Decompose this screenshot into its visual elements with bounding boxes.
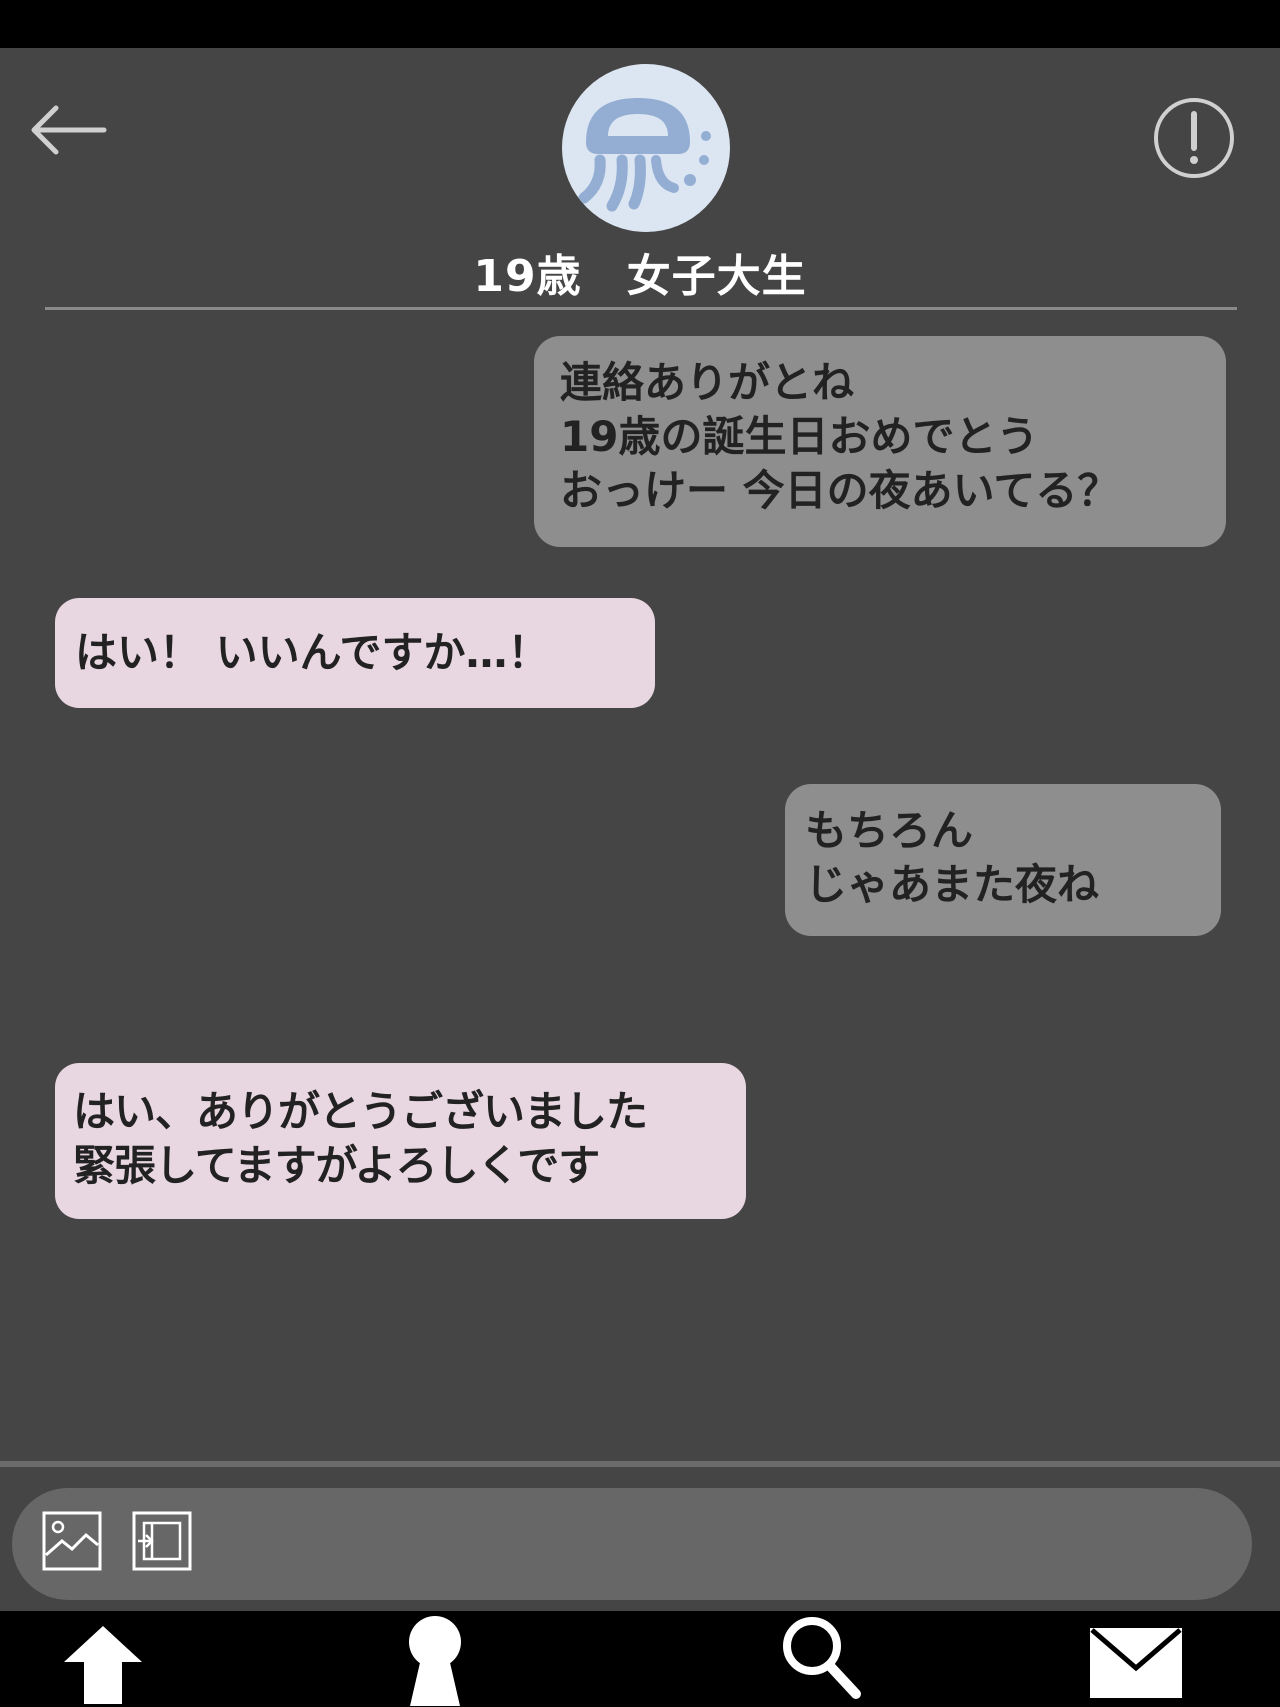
report-button[interactable] <box>1152 96 1236 180</box>
image-icon <box>42 1511 102 1571</box>
message-sent[interactable]: 連絡ありがとね 19歳の誕生日おめでとう おっけー 今日の夜あいてる？ <box>534 336 1226 547</box>
image-button[interactable] <box>42 1511 102 1571</box>
mail-icon <box>1090 1628 1182 1698</box>
avatar[interactable] <box>562 64 730 232</box>
message-received[interactable]: はい、ありがとうございました 緊張してますがよろしくです <box>55 1063 746 1219</box>
nav-search[interactable] <box>776 1616 866 1706</box>
jellyfish-icon <box>578 98 711 212</box>
nav-mail[interactable] <box>1088 1616 1184 1706</box>
home-arrow-icon <box>64 1626 142 1704</box>
nav-lock[interactable] <box>400 1616 470 1706</box>
message-input[interactable] <box>12 1488 1252 1600</box>
header-divider <box>45 307 1237 310</box>
exclamation-circle-icon <box>1154 98 1234 178</box>
composer-divider <box>0 1461 1280 1467</box>
attach-file-icon <box>132 1511 192 1571</box>
message-received[interactable]: はい！ いいんですか…！ <box>55 598 655 708</box>
back-button[interactable] <box>28 102 108 158</box>
attach-button[interactable] <box>132 1511 192 1571</box>
keyhole-icon <box>409 1616 461 1706</box>
contact-name: 19歳 女子大生 <box>473 251 807 302</box>
message-sent[interactable]: もちろん じゃあまた夜ね <box>785 784 1221 936</box>
search-icon <box>783 1617 861 1699</box>
nav-home[interactable] <box>58 1616 148 1706</box>
back-arrow-icon <box>31 105 107 155</box>
